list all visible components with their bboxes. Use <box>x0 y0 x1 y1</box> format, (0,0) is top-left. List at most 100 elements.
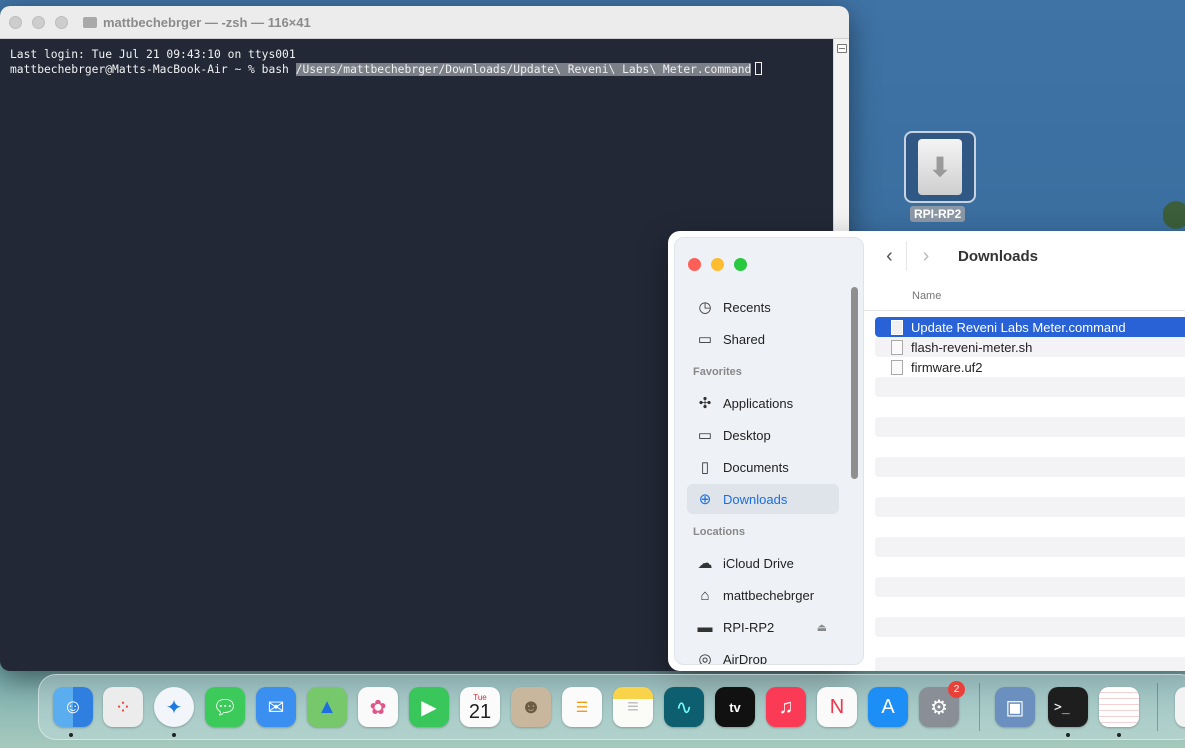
downloads-stack-icon[interactable] <box>1175 687 1185 727</box>
sidebar-item-label: Shared <box>723 331 765 347</box>
mail-icon[interactable]: ✉ <box>256 687 296 727</box>
close-button[interactable] <box>688 258 701 271</box>
sidebar-item-icloud[interactable]: ☁ iCloud Drive <box>687 548 839 578</box>
messages-icon[interactable]: 💬︎ <box>205 687 245 727</box>
cloud-icon: ☁ <box>697 555 713 572</box>
sidebar-item-label: Applications <box>723 395 794 411</box>
sidebar-heading-locations: Locations <box>693 526 745 538</box>
terminal-title: mattbechebrger — -zsh — 116×41 <box>83 15 311 30</box>
drive-desktop-icon[interactable]: ⬇ <box>904 131 976 203</box>
tv-label: tv <box>729 699 741 715</box>
terminal-selected-path[interactable]: /Users/mattbechebrger/Downloads/Update\ … <box>295 63 752 76</box>
terminal-icon[interactable]: >_ <box>1048 687 1088 727</box>
chevron-left-icon: ‹ <box>886 244 893 267</box>
dock-divider <box>1157 683 1158 731</box>
sidebar-item-recents[interactable]: ◷ Recents <box>687 292 839 322</box>
close-button[interactable] <box>9 16 22 29</box>
split-pane-icon[interactable] <box>837 44 847 53</box>
running-indicator <box>172 733 176 737</box>
calendar-icon[interactable]: Tue 21 <box>460 687 500 727</box>
download-arrow-icon: ⬇ <box>929 151 951 182</box>
finder-window[interactable]: ◷ Recents ▭ Shared Favorites ✣ Applications… <box>668 231 1185 671</box>
sidebar-item-label: iCloud Drive <box>723 555 794 571</box>
sidebar-item-documents[interactable]: ▯ Documents <box>687 452 839 482</box>
column-header-name[interactable]: Name <box>864 283 1185 311</box>
sidebar-item-label: RPI-RP2 <box>723 619 775 635</box>
dock: ☺ ⁘ ✦ 💬︎ ✉ ▲ ✿ ▶ Tue 21 ☻ ☰ ≡ ∿ tv ♫ N A… <box>38 674 1185 740</box>
news-icon[interactable]: N <box>817 687 857 727</box>
file-name: firmware.uf2 <box>911 359 983 375</box>
row-stripe <box>875 377 1185 397</box>
column-header-label: Name <box>912 290 942 302</box>
sidebar-item-applications[interactable]: ✣ Applications <box>687 388 839 418</box>
launchpad-icon[interactable]: ⁘ <box>103 687 143 727</box>
running-indicator <box>69 733 73 737</box>
finder-toolbar: ‹ › Downloads <box>873 241 1185 277</box>
row-stripe <box>875 577 1185 597</box>
minimize-button[interactable] <box>711 258 724 271</box>
photos-icon[interactable]: ✿ <box>358 687 398 727</box>
terminal-prompt: mattbechebrger@Matts-MacBook-Air ~ % bas… <box>10 63 296 76</box>
sidebar-item-downloads[interactable]: ⊕ Downloads <box>687 484 839 514</box>
file-row[interactable]: firmware.uf2 <box>875 357 1185 377</box>
running-indicator <box>1066 733 1070 737</box>
file-icon <box>891 359 903 375</box>
zoom-button[interactable] <box>55 16 68 29</box>
row-stripe <box>875 617 1185 637</box>
file-name: Update Reveni Labs Meter.command <box>911 319 1126 335</box>
sidebar-item-label: Downloads <box>723 491 788 507</box>
maps-icon[interactable]: ▲ <box>307 687 347 727</box>
row-stripe <box>875 497 1185 517</box>
download-circle-icon: ⊕ <box>698 491 712 508</box>
row-stripe <box>875 657 1185 671</box>
running-indicator <box>1117 733 1121 737</box>
terminal-glyph: >_ <box>1054 699 1070 715</box>
file-row[interactable]: flash-reveni-meter.sh <box>875 337 1185 357</box>
external-drive-icon: ⬇ <box>918 139 962 195</box>
row-stripe <box>875 457 1185 477</box>
finder-icon[interactable]: ☺ <box>53 687 93 727</box>
row-stripe <box>875 417 1185 437</box>
clock-icon: ◷ <box>698 299 712 316</box>
system-settings-icon[interactable]: ⚙ 2 <box>919 681 965 727</box>
freeform-icon[interactable]: ∿ <box>664 687 704 727</box>
notes-icon[interactable]: ≡ <box>613 687 653 727</box>
sidebar-item-shared[interactable]: ▭ Shared <box>687 324 839 354</box>
sidebar-item-desktop[interactable]: ▭ Desktop <box>687 420 839 450</box>
sidebar-item-drive[interactable]: ▬ RPI-RP2 ⏏ <box>687 612 839 642</box>
finder-title: Downloads <box>958 248 1039 265</box>
apple-tv-icon[interactable]: tv <box>715 687 755 727</box>
sidebar-scrollbar[interactable] <box>851 287 858 479</box>
app-store-icon[interactable]: A <box>868 687 908 727</box>
document-icon: ▯ <box>700 459 710 476</box>
sidebar-item-label: Documents <box>723 459 789 475</box>
textedit-icon[interactable] <box>1099 687 1139 727</box>
external-drive-icon: ▬ <box>697 618 713 636</box>
finder-sidebar: ◷ Recents ▭ Shared Favorites ✣ Applications… <box>674 237 864 665</box>
sidebar-item-airdrop[interactable]: ◎ AirDrop <box>687 644 839 665</box>
script-file-icon <box>891 339 903 355</box>
file-row[interactable]: Update Reveni Labs Meter.command <box>875 317 1185 337</box>
facetime-icon[interactable]: ▶ <box>409 687 449 727</box>
sidebar-item-label: Desktop <box>723 427 771 443</box>
back-button[interactable]: ‹ <box>873 241 907 271</box>
minimize-button[interactable] <box>32 16 45 29</box>
sidebar-heading-favorites: Favorites <box>693 366 742 378</box>
eject-icon[interactable]: ⏏ <box>817 621 827 634</box>
sidebar-item-home[interactable]: ⌂ mattbechebrger <box>687 580 839 610</box>
calendar-day: 21 <box>468 700 492 723</box>
contacts-icon[interactable]: ☻ <box>511 687 551 727</box>
drive-desktop-label[interactable]: RPI-RP2 <box>910 206 966 222</box>
zoom-button[interactable] <box>734 258 747 271</box>
terminal-cursor <box>755 62 763 75</box>
airdrop-icon: ◎ <box>698 651 712 665</box>
home-icon: ⌂ <box>700 586 710 604</box>
applications-icon: ✣ <box>698 395 712 412</box>
archive-utility-icon[interactable]: ▣ <box>995 687 1035 727</box>
terminal-titlebar[interactable]: mattbechebrger — -zsh — 116×41 <box>0 6 849 39</box>
reminders-icon[interactable]: ☰ <box>562 687 602 727</box>
chevron-right-icon: › <box>922 244 930 267</box>
music-icon[interactable]: ♫ <box>766 687 806 727</box>
safari-icon[interactable]: ✦ <box>154 687 194 727</box>
forward-button[interactable]: › <box>909 241 943 271</box>
